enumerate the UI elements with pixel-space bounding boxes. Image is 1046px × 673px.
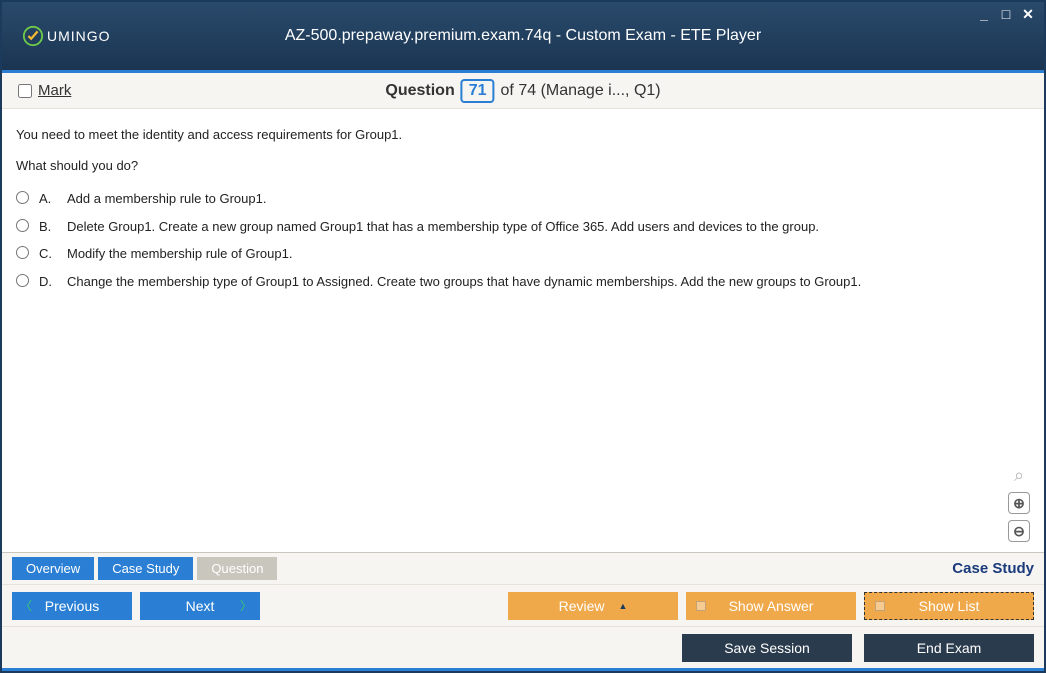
option-d-radio[interactable] (16, 274, 29, 287)
button-label: Show Answer (729, 598, 814, 614)
square-icon (696, 601, 706, 611)
zoom-controls: ⌕ ⊕ ⊖ (1008, 464, 1030, 542)
maximize-icon[interactable]: □ (998, 6, 1014, 23)
current-question-number: 71 (461, 79, 495, 103)
question-text-1: You need to meet the identity and access… (16, 127, 1030, 142)
zoom-reset-icon[interactable]: ⌕ (1008, 464, 1030, 486)
question-word: Question (385, 82, 454, 100)
button-label: Previous (45, 598, 99, 614)
tab-overview[interactable]: Overview (12, 557, 94, 580)
zoom-out-button[interactable]: ⊖ (1008, 520, 1030, 542)
next-button[interactable]: Next 〉 (140, 592, 260, 620)
option-letter: D. (39, 272, 57, 292)
review-button[interactable]: Review ▲ (508, 592, 678, 620)
session-bar: Save Session End Exam (2, 626, 1044, 668)
window-title: AZ-500.prepaway.premium.exam.74q - Custo… (285, 27, 761, 45)
chevron-right-icon: 〉 (240, 597, 252, 614)
mark-toggle: Mark (18, 82, 71, 99)
show-list-button[interactable]: Show List (864, 592, 1034, 620)
option-a-radio[interactable] (16, 191, 29, 204)
option-c-radio[interactable] (16, 246, 29, 259)
tab-case-study[interactable]: Case Study (98, 557, 193, 580)
minimize-icon[interactable]: _ (976, 6, 992, 23)
view-tabs: Overview Case Study Question Case Study (2, 552, 1044, 584)
option-d: D. Change the membership type of Group1 … (16, 272, 1030, 292)
option-b-radio[interactable] (16, 219, 29, 232)
previous-button[interactable]: 〈 Previous (12, 592, 132, 620)
window-controls: _ □ ✕ (976, 6, 1036, 23)
mark-checkbox[interactable] (18, 84, 32, 98)
question-header: Mark Question 71 of 74 (Manage i..., Q1) (2, 73, 1044, 109)
option-text: Change the membership type of Group1 to … (67, 272, 861, 292)
option-text: Add a membership rule to Group1. (67, 189, 266, 209)
end-exam-button[interactable]: End Exam (864, 634, 1034, 662)
divider (2, 668, 1044, 671)
question-text-2: What should you do? (16, 158, 1030, 173)
question-content: You need to meet the identity and access… (2, 109, 1044, 552)
option-b: B. Delete Group1. Create a new group nam… (16, 217, 1030, 237)
button-label: Show List (919, 598, 980, 614)
answer-options: A. Add a membership rule to Group1. B. D… (16, 189, 1030, 291)
titlebar: UMINGO AZ-500.prepaway.premium.exam.74q … (2, 2, 1044, 70)
button-label: Next (186, 598, 215, 614)
app-window: UMINGO AZ-500.prepaway.premium.exam.74q … (0, 0, 1046, 673)
case-study-label: Case Study (952, 560, 1034, 577)
navigation-bar: 〈 Previous Next 〉 Review ▲ Show Answer S… (2, 584, 1044, 626)
checkmark-icon (22, 25, 44, 47)
option-c: C. Modify the membership rule of Group1. (16, 244, 1030, 264)
chevron-up-icon: ▲ (618, 601, 627, 611)
option-letter: B. (39, 217, 57, 237)
tab-question[interactable]: Question (197, 557, 277, 580)
option-text: Modify the membership rule of Group1. (67, 244, 292, 264)
save-session-button[interactable]: Save Session (682, 634, 852, 662)
button-label: Review (559, 598, 605, 614)
option-a: A. Add a membership rule to Group1. (16, 189, 1030, 209)
option-text: Delete Group1. Create a new group named … (67, 217, 819, 237)
mark-label[interactable]: Mark (38, 82, 71, 99)
zoom-in-button[interactable]: ⊕ (1008, 492, 1030, 514)
close-icon[interactable]: ✕ (1020, 6, 1036, 23)
chevron-left-icon: 〈 (20, 597, 32, 614)
option-letter: A. (39, 189, 57, 209)
square-icon (875, 601, 885, 611)
brand-logo: UMINGO (22, 25, 111, 47)
show-answer-button[interactable]: Show Answer (686, 592, 856, 620)
option-letter: C. (39, 244, 57, 264)
question-counter: Question 71 of 74 (Manage i..., Q1) (385, 79, 660, 103)
brand-text: UMINGO (47, 28, 111, 44)
question-total: of 74 (Manage i..., Q1) (501, 82, 661, 100)
